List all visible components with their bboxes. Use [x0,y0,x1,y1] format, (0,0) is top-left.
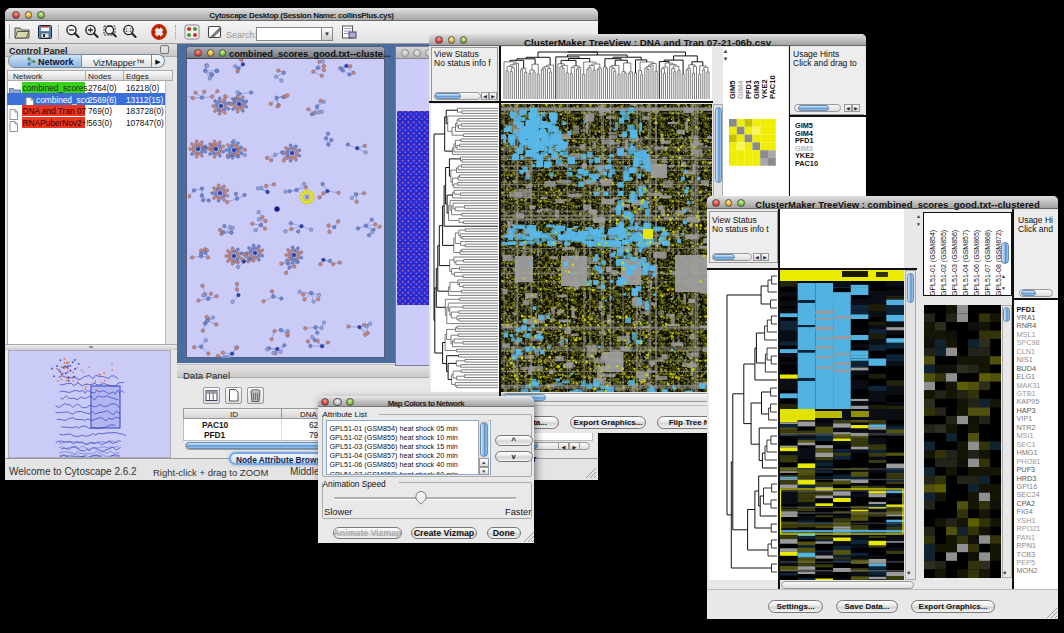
svg-text:1:1: 1:1 [125,27,132,33]
